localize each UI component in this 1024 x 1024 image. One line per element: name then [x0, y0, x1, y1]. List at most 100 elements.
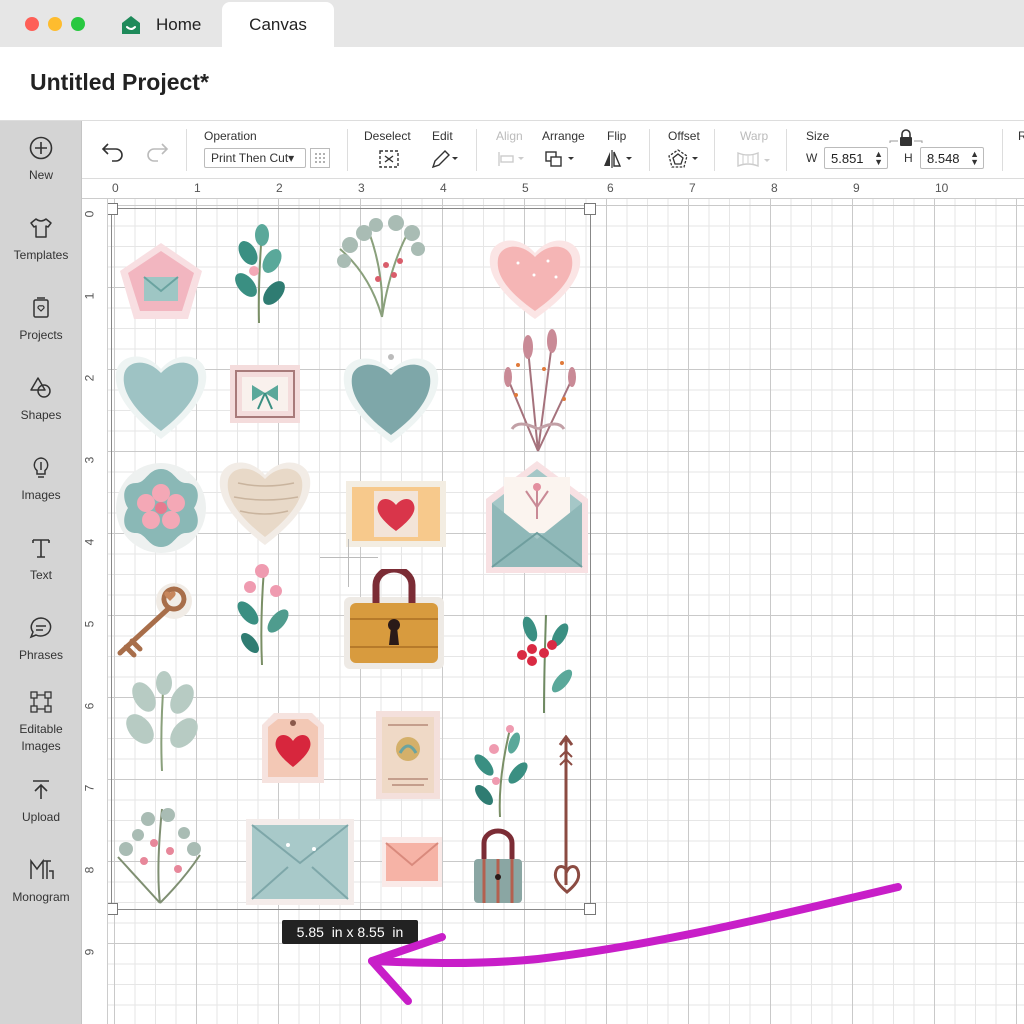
ruler-tick-label: 0: [112, 181, 119, 195]
sidebar-item-shapes[interactable]: Shapes: [0, 375, 82, 424]
sidebar-item-phrases[interactable]: Phrases: [0, 615, 82, 664]
resize-handle[interactable]: [108, 903, 118, 915]
tab-home-label: Home: [156, 14, 202, 34]
arrange-icon: [545, 151, 574, 167]
aspect-lock-button[interactable]: [888, 129, 924, 149]
stepper-icon: ▲ ▼: [874, 149, 883, 167]
rotate-label: R: [1018, 129, 1024, 143]
ruler-tick-label: 8: [82, 866, 97, 874]
warp-label: Warp: [740, 129, 769, 143]
warp-button[interactable]: [736, 149, 774, 169]
projects-icon: [33, 297, 49, 318]
design-canvas[interactable]: 5.85 in x 8.55 in: [108, 199, 1024, 1024]
sidebar-item-label: New: [28, 168, 53, 182]
resize-handle[interactable]: [108, 203, 118, 215]
sidebar-item-images[interactable]: Images: [0, 455, 82, 504]
deselect-button[interactable]: [378, 149, 400, 169]
project-title[interactable]: Untitled Project*: [30, 69, 209, 96]
shapes-icon: [30, 377, 51, 398]
ruler-tick-label: 10: [935, 181, 949, 195]
edit-button[interactable]: [430, 149, 462, 169]
home-icon: [122, 15, 140, 34]
sidebar-item-projects[interactable]: Projects: [0, 295, 82, 344]
plus-circle-icon: [29, 136, 53, 160]
toolbar-separator: [347, 129, 348, 171]
ruler-tick-label: 6: [607, 181, 614, 195]
arrange-label: Arrange: [542, 129, 585, 143]
align-label: Align: [496, 129, 523, 143]
tab-canvas[interactable]: Canvas: [222, 2, 334, 47]
toolbar-separator: [714, 129, 715, 171]
height-field[interactable]: 8.548 ▲ ▼: [920, 147, 984, 169]
offset-button[interactable]: [668, 149, 702, 169]
edit-toolbar: Operation Print Then Cut▾ Deselect Edit …: [82, 121, 1024, 179]
operation-value: Print Then Cut: [211, 151, 289, 165]
toolbar-separator: [786, 129, 787, 171]
ruler-tick-label: 4: [440, 181, 447, 195]
upload-icon: [33, 780, 49, 799]
align-button[interactable]: [496, 149, 528, 169]
deselect-label: Deselect: [364, 129, 411, 143]
sidebar-item-label: Monogram: [12, 890, 70, 904]
flip-button[interactable]: [602, 149, 636, 169]
flip-icon: [604, 150, 632, 168]
ruler-tick-label: 6: [82, 702, 97, 710]
ruler-tick-label: 1: [82, 292, 97, 300]
operation-select[interactable]: Print Then Cut▾: [204, 148, 306, 168]
ruler-tick-label: 4: [82, 538, 97, 546]
tab-canvas-label: Canvas: [249, 14, 307, 34]
project-header: Untitled Project*: [0, 47, 1024, 121]
sidebar-item-editable-images[interactable]: Editable Images: [0, 689, 82, 755]
warp-icon: [737, 151, 770, 168]
toolbar-separator: [649, 129, 650, 171]
sidebar-item-monogram[interactable]: Monogram: [0, 857, 82, 906]
sidebar-item-text[interactable]: Text: [0, 535, 82, 584]
selection-box[interactable]: [108, 203, 596, 915]
width-value: 5.851: [831, 151, 864, 166]
ruler-tick-label: 7: [689, 181, 696, 195]
ruler-tick-label: 0: [82, 210, 97, 218]
sidebar-item-label: Projects: [19, 328, 63, 342]
text-icon: [32, 539, 50, 558]
ruler-tick-label: 9: [853, 181, 860, 195]
height-value: 8.548: [927, 151, 960, 166]
speech-bubble-icon: [29, 617, 52, 639]
grid-dots-icon: [310, 148, 330, 168]
operation-settings-button[interactable]: [310, 148, 330, 168]
chevron-down-icon: ▾: [288, 151, 295, 165]
crosshair: [320, 557, 378, 558]
tools-sidebar: New Templates Projects Shapes Images Tex…: [0, 121, 82, 1024]
ruler-tick-label: 3: [82, 456, 97, 464]
sidebar-item-upload[interactable]: Upload: [0, 777, 82, 826]
redo-button[interactable]: [144, 141, 170, 162]
editable-images-icon: [30, 691, 52, 713]
ruler-tick-label: 5: [82, 620, 97, 628]
offset-label: Offset: [668, 129, 700, 143]
stepper-icon: ▲ ▼: [970, 149, 979, 167]
ruler-tick-label: 9: [82, 948, 97, 956]
undo-icon: [101, 143, 123, 162]
arrange-button[interactable]: [544, 149, 578, 169]
height-letter: H: [904, 151, 913, 165]
close-window-button[interactable]: [25, 17, 39, 31]
sidebar-item-new[interactable]: New: [0, 135, 82, 184]
lock-icon: [889, 129, 923, 146]
minimize-window-button[interactable]: [48, 17, 62, 31]
ruler-tick-label: 3: [358, 181, 365, 195]
crosshair: [348, 539, 349, 587]
ruler-horizontal: 0 1 2 3 4 5 6 7 8 9 10: [82, 179, 1024, 199]
tab-home[interactable]: Home: [120, 2, 220, 47]
resize-handle[interactable]: [584, 203, 596, 215]
sidebar-item-label: Images: [21, 488, 61, 502]
sidebar-item-label: Editable Images: [19, 722, 63, 753]
zoom-window-button[interactable]: [71, 17, 85, 31]
ruler-tick-label: 7: [82, 784, 97, 792]
deselect-icon: [379, 150, 399, 168]
operation-label: Operation: [204, 129, 257, 143]
undo-button[interactable]: [100, 141, 126, 162]
title-bar: Home Canvas: [0, 0, 1024, 47]
width-letter: W: [806, 151, 818, 165]
sidebar-item-templates[interactable]: Templates: [0, 215, 82, 264]
sidebar-item-label: Phrases: [18, 648, 64, 662]
width-field[interactable]: 5.851 ▲ ▼: [824, 147, 888, 169]
